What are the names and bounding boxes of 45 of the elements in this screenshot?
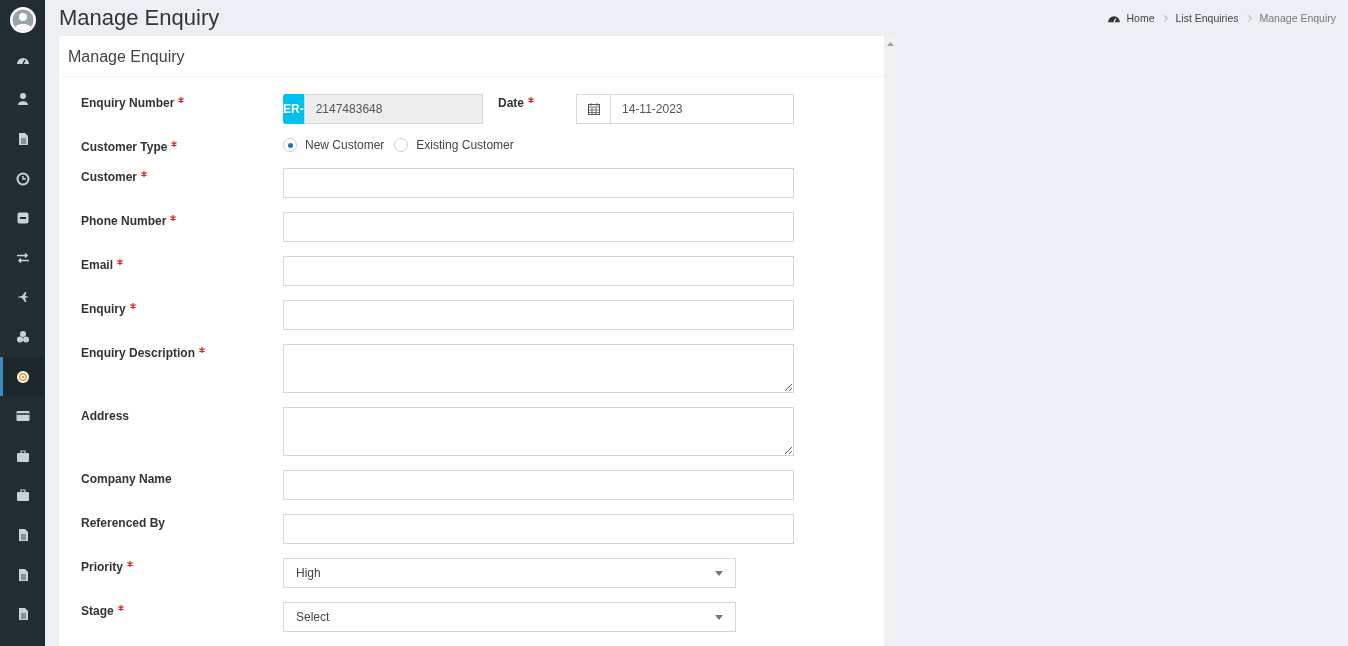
target-icon [15, 369, 30, 384]
field-label: Company Name [81, 472, 172, 486]
field-label: Priority [81, 560, 123, 574]
text-field[interactable] [283, 212, 794, 242]
cubes-icon [15, 329, 30, 344]
text-field[interactable] [283, 300, 794, 330]
field-label: Referenced By [81, 516, 166, 530]
field-label: Enquiry Number [81, 96, 175, 110]
calendar-icon [587, 103, 600, 115]
briefcase-icon [15, 448, 30, 463]
field-label: Stage [81, 604, 114, 618]
breadcrumb-link[interactable]: List Enquiries [1175, 12, 1239, 24]
field-label: Email [81, 258, 113, 272]
clock-icon [15, 171, 30, 186]
select-dropdown[interactable]: Select [283, 602, 736, 632]
breadcrumb-link[interactable]: Home [1126, 12, 1155, 24]
text-field[interactable] [283, 470, 794, 500]
enquiry-number-field[interactable]: 2147483648 [303, 94, 483, 124]
credit-card-icon [15, 409, 30, 424]
radio-label[interactable]: Existing Customer [416, 138, 514, 152]
field-label: Customer [81, 170, 137, 184]
minus-square-icon [15, 211, 30, 226]
text-field[interactable] [283, 514, 794, 544]
field-label: Date [498, 96, 524, 110]
caret-icon [715, 570, 723, 576]
field-label: Phone Number [81, 214, 167, 228]
radio-label[interactable]: New Customer [305, 138, 385, 152]
field-label: Customer Type [81, 140, 168, 154]
field-label: Address [81, 409, 130, 423]
select-dropdown[interactable]: High [283, 558, 736, 588]
field-label: Enquiry [81, 302, 126, 316]
dashboard-icon [1108, 13, 1121, 23]
user-icon [15, 92, 30, 107]
page-title: Manage Enquiry [59, 5, 220, 31]
field-label: Enquiry Description [81, 346, 196, 360]
text-field[interactable] [283, 256, 794, 286]
text-field[interactable] [283, 168, 794, 198]
card-title: Manage Enquiry [59, 38, 884, 77]
date-field[interactable]: 14-11-2023 [610, 94, 794, 124]
briefcase-icon [15, 488, 30, 503]
arrows-icon [15, 250, 30, 265]
scrollbar[interactable] [884, 36, 896, 642]
sidebar-item[interactable] [0, 356, 45, 397]
caret-icon [715, 614, 723, 620]
prefix-label: ER- [283, 94, 304, 124]
